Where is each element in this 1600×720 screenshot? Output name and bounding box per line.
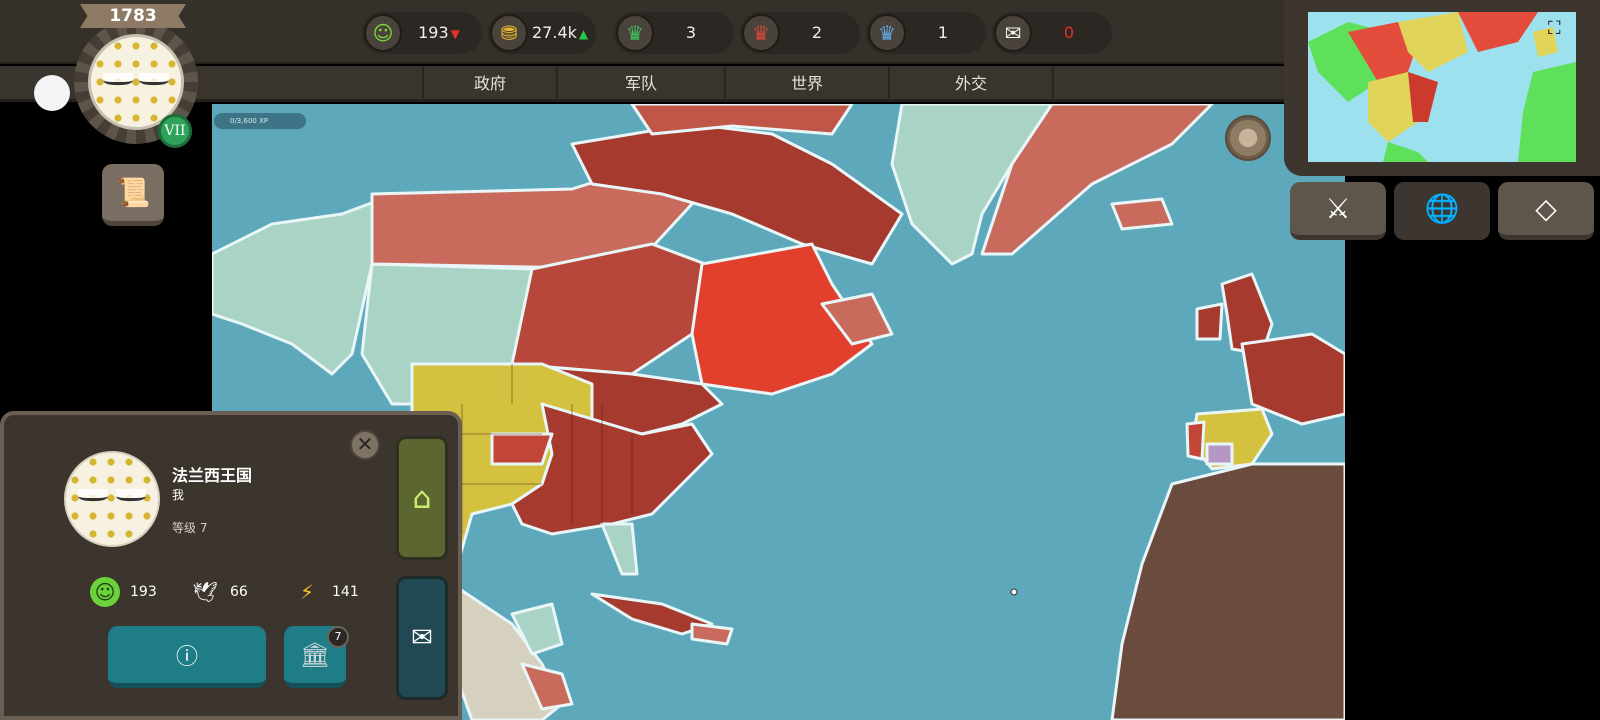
sword-icon: ⚔ — [1325, 192, 1351, 225]
green-crown-value: 3 — [685, 23, 697, 42]
envelope-icon: ✉ — [411, 623, 433, 653]
iberia-south — [1205, 442, 1234, 466]
happiness-icon: ☺ — [364, 14, 402, 52]
nation-subtitle: 我 — [172, 488, 185, 502]
bird-icon: 🕊 — [192, 580, 218, 604]
red-crown-icon: ♛ — [742, 14, 780, 52]
close-button[interactable]: ✕ — [350, 430, 380, 460]
toggle-dot[interactable] — [34, 75, 70, 111]
expand-icon[interactable]: ⛶ — [1548, 18, 1570, 40]
bank-badge: 7 — [327, 626, 349, 648]
letters-value: 0 — [1063, 23, 1075, 42]
year-label: 1783 — [80, 4, 186, 28]
scroll-icon: 📜 — [115, 176, 151, 209]
red-crown-value: 2 — [811, 23, 823, 42]
blue-crown-value: 1 — [937, 23, 949, 42]
xp-progress-bar: 0/3,600 XP — [214, 113, 306, 129]
gold-value: 27.4k — [532, 23, 577, 42]
nation-happiness-value: 193 — [130, 584, 157, 600]
tab-army[interactable]: 军队 — [556, 66, 724, 102]
nation-happiness: ☺ 193 — [90, 577, 157, 607]
info-icon: ⓘ — [175, 644, 198, 670]
history-scroll-button[interactable]: 📜 — [102, 164, 164, 226]
lightning-icon: ⚡ — [299, 580, 315, 604]
nation-avatar[interactable] — [64, 451, 160, 547]
avatar-eyes — [103, 73, 169, 87]
happiness-value: 193 — [418, 23, 449, 42]
stat-letters[interactable]: ✉ 0 — [992, 12, 1112, 54]
kentucky-region — [490, 432, 554, 466]
bank-icon: 🏛 — [299, 640, 331, 669]
happiness-face-icon: ☺ — [90, 577, 120, 607]
gold-coins-icon: ⛃ — [490, 14, 528, 52]
map-settings-gear-icon[interactable] — [1225, 115, 1271, 161]
ireland-region — [1195, 302, 1224, 341]
trend-down-icon: ▼ — [450, 27, 460, 41]
diamond-icon: ◇ — [1535, 192, 1557, 225]
nation-avatar-eyes — [78, 489, 146, 503]
nation-military: 🕊 66 — [190, 578, 248, 606]
stat-happiness[interactable]: ☺ 193 ▼ — [362, 12, 482, 54]
home-icon: ⌂ — [412, 480, 432, 516]
nation-energy: ⚡ 141 — [292, 578, 359, 606]
trend-up-icon: ▲ — [578, 27, 589, 41]
nation-military-value: 66 — [230, 584, 248, 600]
tab-government[interactable]: 政府 — [422, 66, 556, 102]
war-button[interactable]: ⚔ — [1290, 182, 1386, 240]
stat-gold[interactable]: ⛃ 27.4k ▲ — [488, 12, 596, 54]
iceland-region — [1110, 197, 1174, 231]
minimap-svg — [1308, 12, 1576, 162]
globe-icon: 🌐 — [1424, 192, 1460, 225]
stat-red-crown[interactable]: ♛ 2 — [740, 12, 860, 54]
portugal-region — [1185, 420, 1206, 461]
world-button[interactable]: 🌐 — [1394, 182, 1490, 240]
nation-level: 等级 7 — [172, 521, 208, 535]
close-icon: ✕ — [356, 432, 374, 456]
green-crown-icon: ♛ — [616, 14, 654, 52]
tab-world[interactable]: 世界 — [724, 66, 888, 102]
info-button[interactable]: ⓘ — [108, 626, 266, 688]
blue-crown-icon: ♛ — [868, 14, 906, 52]
stat-blue-crown[interactable]: ♛ 1 — [866, 12, 986, 54]
level-badge: VII — [158, 114, 192, 148]
stat-green-crown[interactable]: ♛ 3 — [614, 12, 734, 54]
tab-diplomacy[interactable]: 外交 — [888, 66, 1054, 102]
home-button[interactable]: ⌂ — [396, 436, 448, 560]
minimap[interactable] — [1308, 12, 1576, 162]
hispaniola-region — [690, 622, 734, 646]
nation-energy-value: 141 — [332, 584, 359, 600]
mail-button[interactable]: ✉ — [396, 576, 448, 700]
letter-icon: ✉ — [994, 14, 1032, 52]
nation-name: 法兰西王国 — [172, 466, 253, 485]
ship-marker — [1010, 588, 1018, 596]
store-button[interactable]: ◇ — [1498, 182, 1594, 240]
